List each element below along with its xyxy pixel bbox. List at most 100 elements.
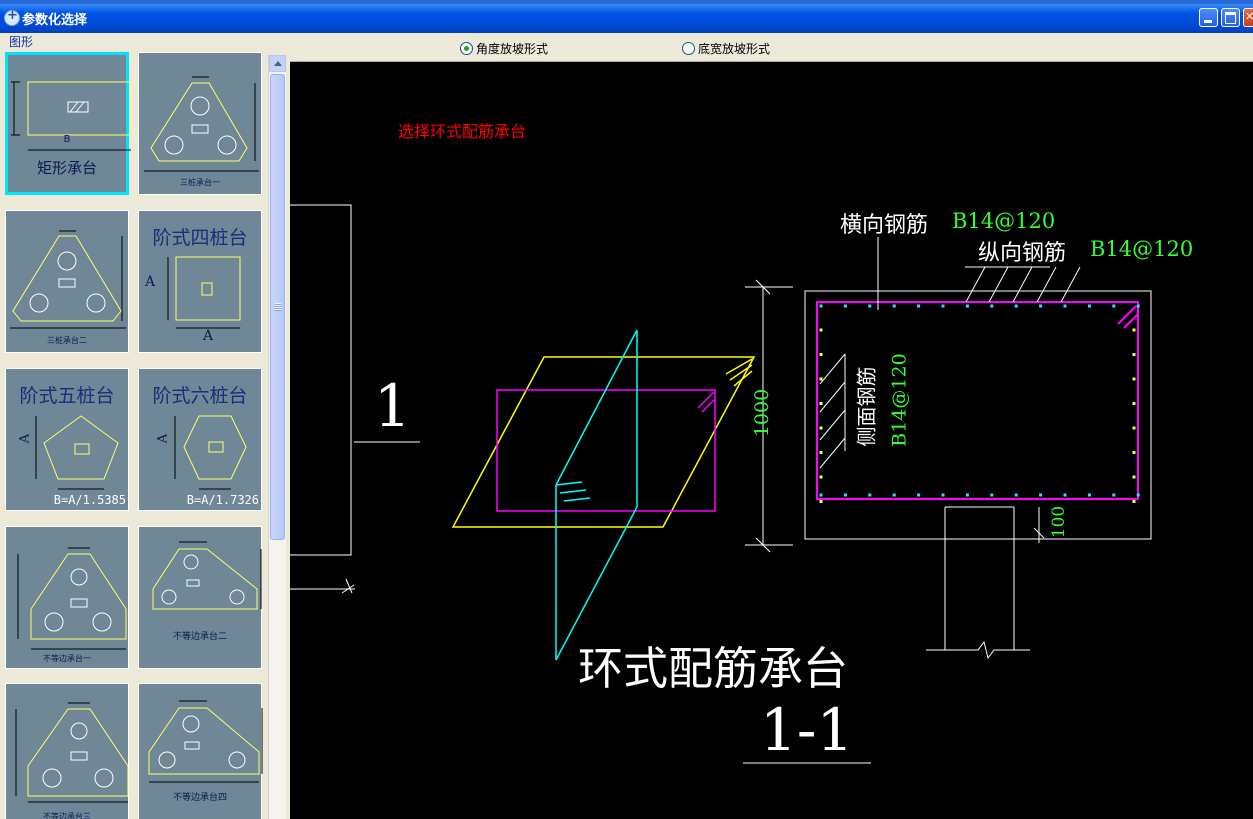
rebar-dot: [1087, 493, 1091, 497]
rebar-dot: [1063, 493, 1067, 497]
longitudinal-label: 纵向钢筋: [978, 241, 1067, 266]
grip-icon: [275, 303, 281, 311]
shape-tile-unequal-4[interactable]: 不等边承台四: [138, 683, 263, 819]
rebar-dot: [941, 493, 945, 497]
rebar-dot: [917, 304, 921, 308]
rebar-dot: [1132, 475, 1136, 479]
side-rebar-label: 侧面钢筋: [854, 366, 879, 447]
shape-tile-unequal-3[interactable]: 不等边承台三: [5, 683, 129, 819]
dim-label-a: A: [144, 274, 156, 290]
maximize-button[interactable]: [1221, 8, 1240, 27]
shape-tile-rect[interactable]: B 矩形承台: [5, 52, 132, 195]
formula-label: B=A/1.7326: [186, 493, 259, 507]
rebar-dot: [868, 304, 872, 308]
tile-caption: 不等边承台三: [43, 812, 91, 819]
rebar-dot: [1112, 304, 1116, 308]
shape-tile-step-four[interactable]: 阶式四桩台 A A: [138, 210, 262, 353]
tile-caption: 不等边承台四: [172, 793, 227, 803]
transverse-label: 横向钢筋: [840, 213, 929, 238]
rebar-dot: [892, 304, 896, 308]
radio-label: 底宽放坡形式: [698, 42, 771, 56]
shape-tile-step-five[interactable]: 阶式五桩台 A B=A/1.5385: [5, 368, 129, 511]
rebar-dot: [1136, 304, 1140, 308]
radio-checked-icon[interactable]: [460, 42, 473, 55]
app-icon: [4, 8, 20, 26]
rebar-dot: [1132, 402, 1136, 405]
rebar-dot: [1132, 451, 1136, 454]
tile-caption: 三桩承台一: [180, 178, 220, 187]
rebar-dot: [819, 426, 823, 430]
close-button[interactable]: [1243, 8, 1253, 27]
scroll-thumb[interactable]: [270, 74, 285, 540]
rebar-dot: [819, 493, 823, 497]
rebar-dot: [1132, 353, 1136, 356]
rebar-dot: [941, 304, 945, 308]
radio-angle-slope[interactable]: 角度放坡形式: [460, 40, 548, 56]
scroll-up-icon[interactable]: [269, 55, 286, 72]
rebar-dot: [1132, 500, 1136, 503]
rebar-dot: [965, 304, 969, 308]
cad-preview: 选择环式配筋承台 1 环式配筋承台 1-1 横向钢筋 B14@120 纵向钢筋 …: [290, 62, 1253, 819]
drawing-title: 环式配筋承台: [578, 642, 849, 695]
dim-label-a: A: [155, 433, 171, 444]
rebar-dot: [819, 500, 823, 503]
dim-label-a: A: [202, 328, 214, 344]
rebar-dot: [1132, 328, 1136, 332]
radio-width-slope[interactable]: 底宽放坡形式: [682, 40, 770, 56]
shape-tile-step-six[interactable]: 阶式六桩台 A B=A/1.7326: [138, 368, 262, 511]
rebar-dot: [819, 304, 823, 308]
unequal-thumbnail: [15, 702, 129, 803]
three-pile-thumbnail: [144, 76, 259, 172]
radio-unchecked-icon[interactable]: [682, 42, 695, 55]
rebar-dot: [990, 493, 994, 497]
cover-dimension: 100: [1049, 505, 1070, 539]
taskbar-strip: [0, 0, 1253, 4]
shape-tile-unequal-1[interactable]: 不等边承台一: [5, 526, 129, 669]
tile-caption: 不等边承台一: [43, 654, 91, 663]
rebar-dot: [1014, 304, 1018, 308]
dim-label-b: B: [63, 134, 71, 145]
slope-option-bar: 角度放坡形式 底宽放坡形式: [290, 33, 1253, 62]
rebar-dot: [1039, 304, 1043, 308]
prompt-text: 选择环式配筋承台: [398, 122, 527, 141]
shape-tile-unequal-2[interactable]: 不等边承台二: [138, 526, 262, 669]
radio-label: 角度放坡形式: [476, 42, 549, 56]
shape-tile-three-pile-1[interactable]: 三桩承台一: [138, 52, 262, 195]
rebar-dot: [1087, 304, 1091, 308]
shape-panel: 图形 B 矩形承台 三桩承台一 三桩承台二 阶式四桩台 A A 阶式五桩台 A …: [0, 33, 289, 819]
rebar-dot: [1039, 493, 1043, 497]
height-dimension: 1000: [751, 388, 774, 438]
rebar-dot: [819, 377, 823, 381]
rebar-dot: [990, 304, 994, 308]
dim-label-a: A: [17, 433, 33, 444]
unequal-thumbnail: [17, 547, 127, 650]
longitudinal-value: B14@120: [1090, 237, 1194, 261]
rebar-dot: [965, 493, 969, 497]
panel-label: 图形: [9, 35, 34, 49]
side-rebar-value: B14@120: [888, 353, 911, 447]
unequal-thumbnail: [152, 541, 262, 610]
rebar-dot: [1136, 493, 1140, 497]
shape-scrollbar[interactable]: [268, 55, 286, 819]
rebar-dot: [868, 493, 872, 497]
rebar-dot: [1132, 377, 1136, 381]
rebar-dot: [819, 402, 823, 405]
rebar-dot: [819, 475, 823, 479]
window-title: 参数化选择: [22, 13, 88, 28]
rebar-dot: [819, 451, 823, 454]
rebar-dot: [917, 493, 921, 497]
rebar-dot: [819, 353, 823, 356]
tile-caption: 不等边承台二: [172, 632, 227, 642]
rebar-dot: [843, 493, 847, 497]
section-title: 1-1: [760, 696, 854, 764]
minimize-button[interactable]: [1199, 8, 1218, 27]
tile-caption: 三桩承台二: [47, 336, 87, 345]
formula-label: B=A/1.5385: [53, 493, 126, 507]
rebar-dot: [819, 328, 823, 332]
section-label: 1: [374, 372, 411, 440]
shape-grid: B 矩形承台 三桩承台一 三桩承台二 阶式四桩台 A A 阶式五桩台 A B=A…: [4, 51, 266, 819]
transverse-value: B14@120: [952, 209, 1056, 233]
rebar-dot: [843, 304, 847, 308]
rebar-dot: [1014, 493, 1018, 497]
tile-caption: 矩形承台: [36, 159, 97, 177]
